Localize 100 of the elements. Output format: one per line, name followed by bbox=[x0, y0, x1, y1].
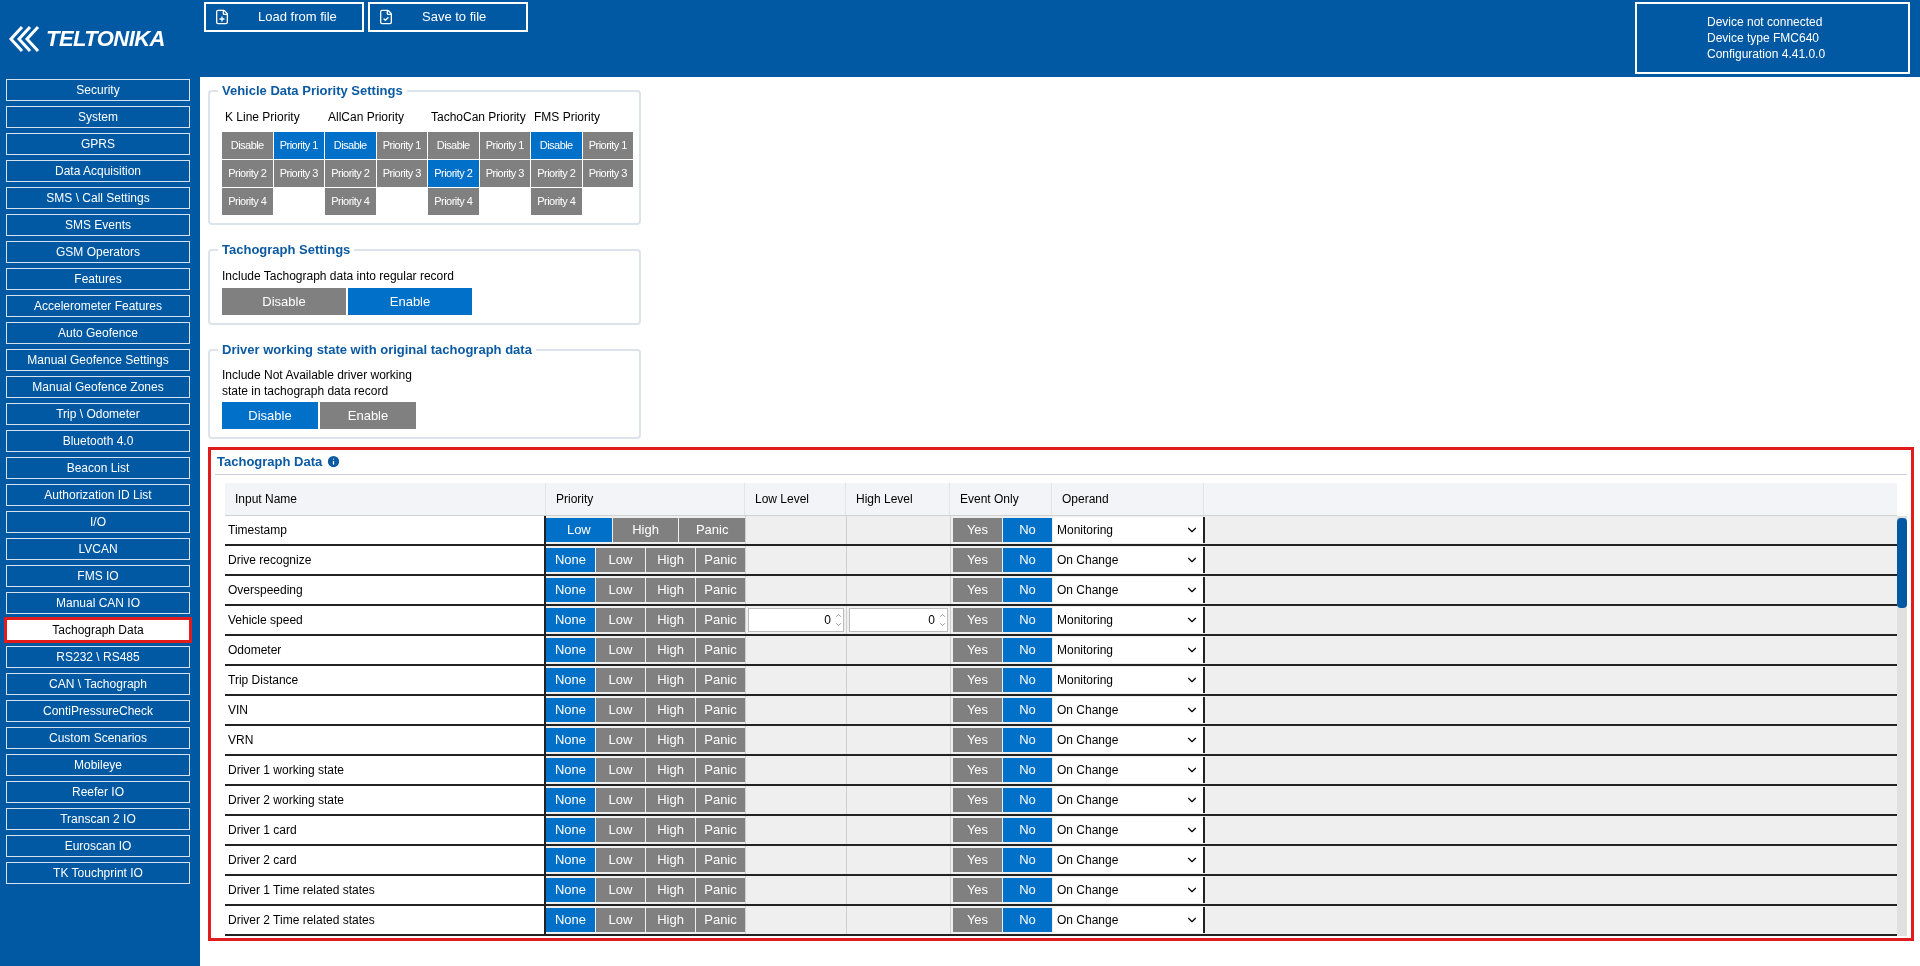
option-button[interactable]: No bbox=[1003, 547, 1052, 572]
option-button[interactable]: Low bbox=[596, 847, 645, 872]
option-button[interactable]: Priority 4 bbox=[428, 188, 479, 215]
option-button[interactable]: Priority 4 bbox=[222, 188, 273, 215]
option-button[interactable]: Priority 2 bbox=[325, 160, 376, 187]
option-button[interactable]: Yes bbox=[953, 907, 1002, 932]
operand-dropdown[interactable]: Monitoring bbox=[1053, 636, 1205, 663]
option-button[interactable]: Priority 3 bbox=[376, 160, 427, 187]
operand-dropdown[interactable]: On Change bbox=[1053, 576, 1205, 603]
sidebar-item[interactable]: Security bbox=[6, 79, 190, 101]
number-spinner[interactable]: 0 bbox=[849, 607, 948, 632]
option-button[interactable]: Yes bbox=[953, 757, 1002, 782]
save-file-button[interactable]: Save to file bbox=[368, 2, 528, 32]
sidebar-item[interactable]: Manual Geofence Zones bbox=[6, 376, 190, 398]
load-file-button[interactable]: Load from file bbox=[204, 2, 364, 32]
sidebar-item[interactable]: SMS Events bbox=[6, 214, 190, 236]
option-button[interactable]: Low bbox=[596, 637, 645, 662]
option-button[interactable]: Priority 1 bbox=[376, 132, 427, 159]
option-button[interactable]: High bbox=[646, 607, 695, 632]
option-button[interactable]: Panic bbox=[696, 637, 745, 662]
sidebar-item[interactable]: I/O bbox=[6, 511, 190, 533]
option-button[interactable]: None bbox=[546, 667, 595, 692]
option-button[interactable]: No bbox=[1003, 637, 1052, 662]
option-button[interactable]: Priority 1 bbox=[479, 132, 530, 159]
operand-dropdown[interactable]: Monitoring bbox=[1053, 606, 1205, 633]
sidebar-item[interactable]: System bbox=[6, 106, 190, 128]
option-button[interactable]: Low bbox=[596, 697, 645, 722]
option-button[interactable]: Yes bbox=[953, 817, 1002, 842]
sidebar-item[interactable]: TK Touchprint IO bbox=[6, 862, 190, 884]
option-button[interactable]: Yes bbox=[953, 667, 1002, 692]
option-button[interactable]: Low bbox=[596, 667, 645, 692]
option-button[interactable]: Low bbox=[596, 577, 645, 602]
option-button[interactable]: No bbox=[1003, 757, 1052, 782]
sidebar-item[interactable]: Auto Geofence bbox=[6, 322, 190, 344]
option-button[interactable]: Low bbox=[596, 877, 645, 902]
sidebar-item[interactable]: Transcan 2 IO bbox=[6, 808, 190, 830]
option-button[interactable]: Panic bbox=[696, 667, 745, 692]
option-button[interactable]: No bbox=[1003, 697, 1052, 722]
option-button[interactable]: Panic bbox=[696, 757, 745, 782]
sidebar-item[interactable]: Manual CAN IO bbox=[6, 592, 190, 614]
option-button[interactable]: High bbox=[646, 877, 695, 902]
option-button[interactable]: Priority 2 bbox=[428, 160, 479, 187]
option-button[interactable]: Panic bbox=[696, 727, 745, 752]
option-button[interactable]: Yes bbox=[953, 547, 1002, 572]
option-button[interactable]: Yes bbox=[953, 847, 1002, 872]
option-button[interactable]: Disable bbox=[222, 132, 273, 159]
option-button[interactable]: Priority 3 bbox=[273, 160, 324, 187]
option-button[interactable]: High bbox=[646, 697, 695, 722]
option-button[interactable]: Panic bbox=[696, 577, 745, 602]
option-button[interactable]: Priority 4 bbox=[531, 188, 582, 215]
option-button[interactable]: Yes bbox=[953, 697, 1002, 722]
option-button[interactable]: No bbox=[1003, 787, 1052, 812]
option-button[interactable]: High bbox=[646, 547, 695, 572]
option-button[interactable]: High bbox=[646, 577, 695, 602]
sidebar-item[interactable]: GSM Operators bbox=[6, 241, 190, 263]
operand-dropdown[interactable]: On Change bbox=[1053, 876, 1205, 903]
option-button[interactable]: Panic bbox=[696, 847, 745, 872]
number-spinner[interactable]: 0 bbox=[748, 607, 844, 632]
option-button[interactable]: High bbox=[646, 817, 695, 842]
option-button[interactable]: None bbox=[546, 697, 595, 722]
option-button[interactable]: Disable bbox=[325, 132, 376, 159]
option-button[interactable]: No bbox=[1003, 607, 1052, 632]
option-button[interactable]: Low bbox=[546, 517, 612, 542]
option-button[interactable]: Yes bbox=[953, 577, 1002, 602]
option-button[interactable]: High bbox=[646, 907, 695, 932]
option-button[interactable]: Panic bbox=[696, 547, 745, 572]
sidebar-item[interactable]: FMS IO bbox=[6, 565, 190, 587]
operand-dropdown[interactable]: On Change bbox=[1053, 756, 1205, 783]
sidebar-item[interactable]: GPRS bbox=[6, 133, 190, 155]
sidebar-item[interactable]: ContiPressureCheck bbox=[6, 700, 190, 722]
option-button[interactable]: None bbox=[546, 817, 595, 842]
option-button[interactable]: No bbox=[1003, 577, 1052, 602]
option-button[interactable]: Yes bbox=[953, 727, 1002, 752]
option-button[interactable]: Priority 3 bbox=[582, 160, 633, 187]
option-button[interactable]: High bbox=[612, 517, 679, 542]
sidebar-item[interactable]: SMS \ Call Settings bbox=[6, 187, 190, 209]
option-button[interactable]: High bbox=[646, 727, 695, 752]
operand-dropdown[interactable]: On Change bbox=[1053, 786, 1205, 813]
option-button[interactable]: None bbox=[546, 907, 595, 932]
sidebar-item[interactable]: RS232 \ RS485 bbox=[6, 646, 190, 668]
operand-dropdown[interactable]: On Change bbox=[1053, 546, 1205, 573]
option-button[interactable]: Disable bbox=[531, 132, 582, 159]
option-button[interactable]: Yes bbox=[953, 877, 1002, 902]
option-button[interactable]: Priority 3 bbox=[479, 160, 530, 187]
option-button[interactable]: Panic bbox=[679, 517, 745, 542]
operand-dropdown[interactable]: On Change bbox=[1053, 726, 1205, 753]
sidebar-item[interactable]: Beacon List bbox=[6, 457, 190, 479]
option-button[interactable]: No bbox=[1003, 727, 1052, 752]
option-button[interactable]: Low bbox=[596, 607, 645, 632]
option-button[interactable]: None bbox=[546, 787, 595, 812]
option-button[interactable]: Panic bbox=[696, 697, 745, 722]
option-button[interactable]: Low bbox=[596, 787, 645, 812]
scrollbar[interactable] bbox=[1897, 515, 1907, 936]
sidebar-item[interactable]: Accelerometer Features bbox=[6, 295, 190, 317]
option-button[interactable]: None bbox=[546, 877, 595, 902]
option-button[interactable]: Priority 1 bbox=[582, 132, 633, 159]
operand-dropdown[interactable]: On Change bbox=[1053, 816, 1205, 843]
option-button[interactable]: High bbox=[646, 757, 695, 782]
option-button[interactable]: No bbox=[1003, 817, 1052, 842]
option-button[interactable]: Priority 4 bbox=[325, 188, 376, 215]
